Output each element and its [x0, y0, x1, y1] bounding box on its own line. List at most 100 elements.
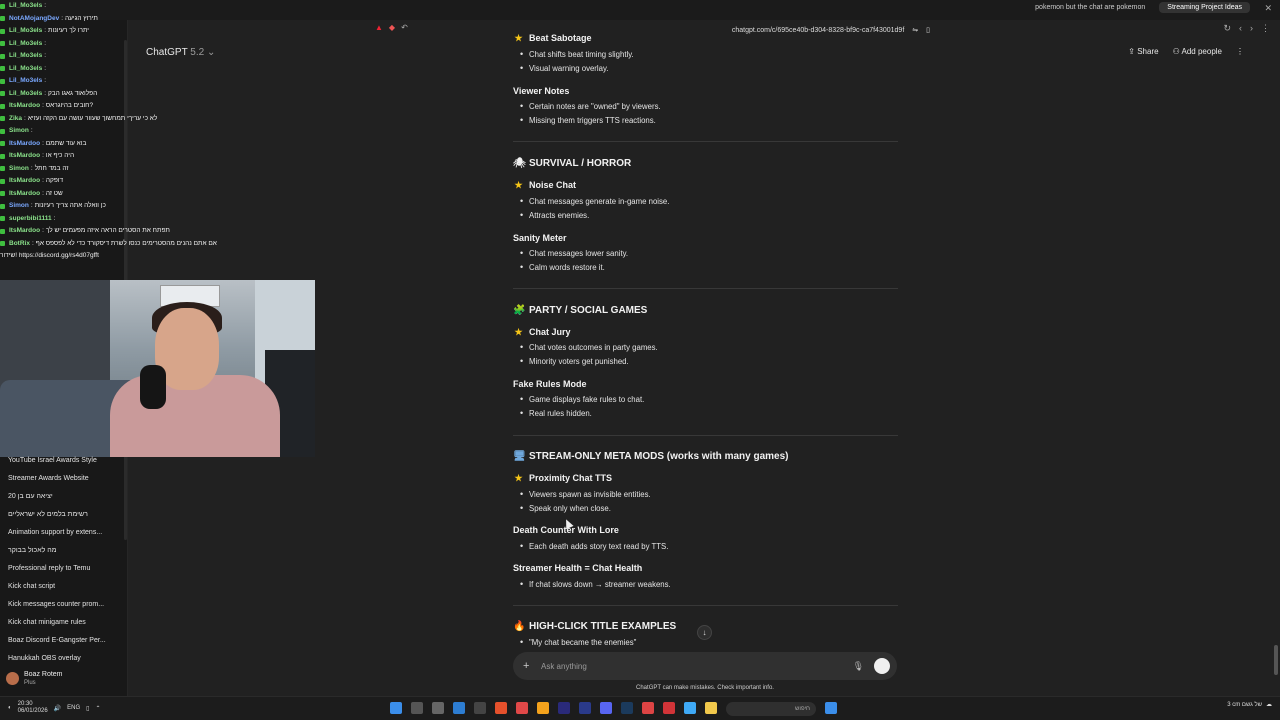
- app-icon[interactable]: [663, 702, 675, 714]
- bullet-item: Attracts enemies.: [513, 210, 589, 220]
- stream-chat-line: שידור! https://discord.gg/rs4d07gfft: [0, 250, 240, 263]
- reader-icon[interactable]: ⇋: [912, 26, 918, 34]
- app-icon[interactable]: [579, 702, 591, 714]
- app-icon[interactable]: [432, 702, 444, 714]
- bookmark-icon[interactable]: ▯: [926, 26, 930, 34]
- app-icon[interactable]: [411, 702, 423, 714]
- start-icon[interactable]: [825, 702, 837, 714]
- address-bar[interactable]: chatgpt.com/c/695ce40b-d304-8328-bf9c-ca…: [370, 22, 930, 38]
- reload-icon[interactable]: ↻: [1223, 23, 1231, 34]
- chat-badge-icon: [0, 128, 5, 134]
- chat-badge-icon: [0, 141, 5, 147]
- chat-separator: :: [44, 2, 47, 9]
- history-item[interactable]: YouTube Israel Awards Style: [0, 452, 128, 470]
- chat-separator: :: [44, 39, 47, 47]
- chat-badge-icon: [0, 203, 5, 209]
- app-icon[interactable]: [684, 702, 696, 714]
- history-item[interactable]: Streamer Awards Website: [0, 470, 128, 488]
- profile-menu[interactable]: Boaz Rotem Plus: [6, 670, 63, 687]
- app-icon[interactable]: [474, 702, 486, 714]
- app-icon[interactable]: [600, 702, 612, 714]
- bullet-item: Calm words restore it.: [513, 262, 605, 272]
- bullet-item: Viewers spawn as invisible entities.: [513, 489, 651, 499]
- prompt-input[interactable]: [541, 661, 853, 671]
- history-item[interactable]: מה לאכול בבוקר: [0, 542, 128, 560]
- chat-separator: :: [61, 14, 64, 22]
- history-item[interactable]: רשימת בלמים לא ישראליים: [0, 506, 128, 524]
- avatar: [6, 672, 19, 685]
- chat-separator: :: [30, 202, 33, 209]
- chat-username: Lil_Mo3els: [9, 64, 43, 72]
- taskbar-search[interactable]: חיפוש: [726, 702, 816, 716]
- chat-username: ItsMardoo: [9, 189, 41, 197]
- divider: [513, 288, 898, 289]
- history-item[interactable]: יציאה עם בן 20: [0, 488, 128, 506]
- section-heading: Sanity Meter: [513, 233, 567, 243]
- model-selector[interactable]: ChatGPT 5.2 ⌄: [146, 47, 215, 58]
- bullet-item: Chat messages lower sanity.: [513, 248, 628, 258]
- person-add-icon: ⚇: [1172, 47, 1182, 56]
- stream-chat-line: ItsMardoo : בוא עוד שתמם: [0, 138, 240, 151]
- chat-username: Simon: [9, 164, 29, 172]
- voice-mode-button[interactable]: [874, 658, 890, 674]
- chat-badge-icon: [0, 216, 5, 222]
- app-icon[interactable]: [390, 702, 402, 714]
- scroll-down-button[interactable]: ↓: [697, 625, 712, 640]
- volume-icon[interactable]: 🔊: [54, 705, 61, 712]
- chat-username: superbibi1111: [9, 214, 52, 222]
- bullet-item: Visual warning overlay.: [513, 63, 608, 73]
- plus-icon[interactable]: +: [523, 660, 535, 672]
- menu-icon[interactable]: ⋮: [1261, 23, 1270, 34]
- stream-chat-line: BotRix : אם אתם נהנים מהסטרימים כנסו לשר…: [0, 238, 240, 251]
- app-icon[interactable]: [558, 702, 570, 714]
- more-options-icon[interactable]: ⋮: [1236, 47, 1244, 56]
- history-item[interactable]: Kick chat minigame rules: [0, 614, 128, 632]
- tab-streaming-ideas[interactable]: Streaming Project Ideas: [1159, 2, 1250, 13]
- bullet-item: Each death adds story text read by TTS.: [513, 541, 668, 551]
- app-icon[interactable]: [516, 702, 528, 714]
- url-text[interactable]: chatgpt.com/c/695ce40b-d304-8328-bf9c-ca…: [732, 27, 904, 34]
- notification-icon[interactable]: ◐: [8, 705, 12, 711]
- chat-badge-icon: [0, 178, 5, 184]
- back-arrow-icon[interactable]: ‹: [1239, 23, 1242, 34]
- divider: [513, 605, 898, 606]
- chat-separator: :: [42, 139, 44, 147]
- history-item[interactable]: Kick chat script: [0, 578, 128, 596]
- history-item[interactable]: Animation support by extens...: [0, 524, 128, 542]
- chat-separator: :: [42, 152, 44, 159]
- battery-icon[interactable]: ▯: [86, 705, 89, 712]
- section-title: 🧩 PARTY / SOCIAL GAMES: [513, 305, 648, 316]
- fire-icon: 🔥: [513, 621, 526, 632]
- bullet-item: Game displays fake rules to chat.: [513, 394, 644, 404]
- forward-arrow-icon[interactable]: ›: [1250, 23, 1253, 34]
- app-icon[interactable]: [621, 702, 633, 714]
- bullet-item: Missing them triggers TTS reactions.: [513, 115, 656, 125]
- main-scrollbar[interactable]: [1274, 645, 1278, 675]
- history-item[interactable]: Professional reply to Temu: [0, 560, 128, 578]
- clock[interactable]: 20:30 06/01/2026: [18, 701, 48, 715]
- chat-message: תפתח את הסטרים הראה איזה מפעמים יש לך: [45, 227, 170, 234]
- history-item[interactable]: Boaz Discord E-Gangster Per...: [0, 632, 128, 650]
- app-icon[interactable]: [453, 702, 465, 714]
- history-item[interactable]: Hanukkah OBS overlay: [0, 650, 128, 668]
- chat-separator: :: [30, 127, 33, 134]
- app-icon[interactable]: [642, 702, 654, 714]
- chat-username: Lil_Mo3els: [9, 89, 43, 97]
- date-text: 06/01/2026: [17, 708, 48, 714]
- stream-chat-line: Zika : לא כי עריךי תמחשוך שעוור עושה עם …: [0, 113, 240, 126]
- app-icon[interactable]: [705, 702, 717, 714]
- microphone-icon[interactable]: 🎙: [853, 661, 864, 672]
- chat-badge-icon: [0, 103, 5, 109]
- weather-widget[interactable]: 3 cm של גשם ☁: [1227, 701, 1272, 709]
- add-people-button[interactable]: ⚇ Add people: [1173, 47, 1222, 56]
- chevron-up-icon[interactable]: ⌃: [95, 705, 100, 712]
- app-icon[interactable]: [537, 702, 549, 714]
- history-item[interactable]: Kick messages counter prom...: [0, 596, 128, 614]
- language-indicator[interactable]: ENG: [67, 705, 80, 711]
- stream-chat-line: Lil_Mo3els :: [0, 0, 240, 13]
- window-close-icon[interactable]: ✕: [1264, 3, 1272, 14]
- tab-pokemon[interactable]: pokemon but the chat are pokemon: [1027, 2, 1153, 13]
- star-icon: ★: [514, 180, 523, 190]
- app-icon[interactable]: [495, 702, 507, 714]
- share-button[interactable]: ⇪ Share: [1128, 47, 1158, 56]
